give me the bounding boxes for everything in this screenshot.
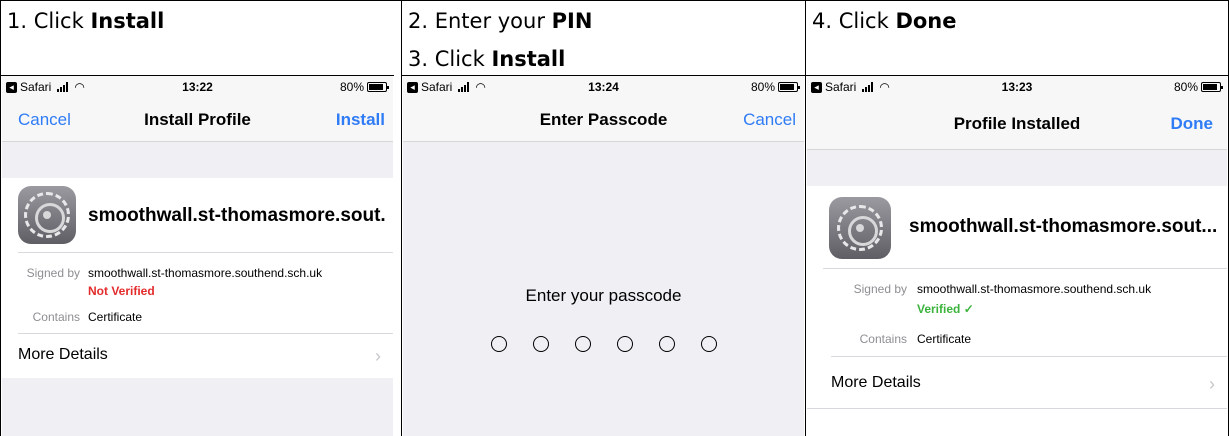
battery-percent: 80% (750, 80, 775, 94)
not-verified-label: Not Verified (88, 284, 155, 298)
cancel-button[interactable]: Cancel (743, 110, 796, 130)
chevron-right-icon: › (375, 346, 381, 366)
divider (823, 268, 1227, 269)
more-details-row[interactable]: More Details › (831, 374, 1227, 394)
divider (18, 252, 393, 253)
passcode-digit-empty (532, 336, 549, 352)
battery-percent: 80% (339, 80, 364, 94)
passcode-digit-empty (490, 336, 507, 352)
phone-screen-install-profile: ◂ Safari ◠ 13:22 80% Cancel Install Prof… (2, 76, 393, 436)
profile-name: smoothwall.st-thomasmore.sout... (88, 205, 385, 226)
battery-icon (778, 82, 800, 92)
step-2-prefix: 2. Enter your (408, 9, 552, 33)
passcode-digit-empty (574, 336, 591, 352)
profile-card: smoothwall.st-thomasmore.sout... Signed … (807, 186, 1227, 436)
instruction-table: 1. Click Install ◂ Safari ◠ 13:22 80% Ca… (0, 0, 1229, 436)
divider (831, 356, 1227, 357)
step-1-text: 1. Click Install (7, 8, 164, 34)
more-details-label: More Details (18, 346, 108, 363)
signed-by-value: smoothwall.st-thomasmore.southend.sch.uk (88, 266, 323, 280)
status-time: 13:23 (1001, 80, 1033, 94)
passcode-prompt: Enter your passcode (525, 286, 682, 305)
navigation-bar: Profile Installed Done (807, 98, 1227, 150)
passcode-digit-empty (658, 336, 675, 352)
settings-gear-icon (18, 186, 76, 244)
step-3-prefix: 3. Click (408, 47, 492, 71)
nav-title: Install Profile (144, 110, 251, 129)
signed-by-value: smoothwall.st-thomasmore.southend.sch.uk (917, 282, 1152, 296)
status-time: 13:24 (588, 80, 619, 94)
contains-label: Contains (859, 332, 907, 346)
signed-by-label: Signed by (853, 282, 907, 296)
passcode-digit-empty (616, 336, 633, 352)
status-bar: ◂ Safari ◠ 13:24 80% (403, 76, 804, 98)
more-details-label: More Details (831, 374, 921, 391)
column-step-2-3: 2. Enter your PIN 3. Click Install ◂ Saf… (401, 0, 805, 436)
phone-screen-enter-passcode: ◂ Safari ◠ 13:24 80% Enter Passcode Canc… (403, 76, 804, 436)
step-1-action: Install (90, 9, 165, 33)
step-4-action: Done (895, 9, 957, 33)
column-step-4: 4. Click Done ◂ Safari ◠ 13:23 80% Profi… (805, 0, 1229, 436)
contains-value: Certificate (88, 310, 143, 324)
chevron-right-icon: › (1209, 374, 1215, 394)
step-4-prefix: 4. Click (812, 9, 896, 33)
signed-by-label: Signed by (26, 266, 80, 280)
settings-gear-icon (829, 197, 891, 259)
profile-card: smoothwall.st-thomasmore.sout... Signed … (2, 178, 393, 378)
done-button[interactable]: Done (1171, 114, 1214, 134)
navigation-bar: Enter Passcode Cancel (403, 98, 804, 142)
step-1-prefix: 1. Click (7, 9, 91, 33)
step-3-action: Install (491, 47, 566, 71)
contains-value: Certificate (917, 332, 972, 346)
battery-icon (1201, 82, 1223, 92)
passcode-digit-empty (700, 336, 717, 352)
status-bar: ◂ Safari ◠ 13:23 80% (807, 76, 1227, 98)
nav-title: Profile Installed (953, 114, 1081, 133)
battery-percent: 80% (1173, 80, 1198, 94)
status-time: 13:22 (182, 80, 213, 94)
install-button[interactable]: Install (336, 110, 385, 130)
status-bar: ◂ Safari ◠ 13:22 80% (2, 76, 393, 98)
step-3-text: 3. Click Install (408, 46, 565, 72)
phone-screen-profile-installed: ◂ Safari ◠ 13:23 80% Profile Installed D… (807, 76, 1227, 436)
battery-icon (367, 82, 389, 92)
step-4-text: 4. Click Done (812, 8, 957, 34)
column-step-1: 1. Click Install ◂ Safari ◠ 13:22 80% Ca… (0, 0, 394, 436)
step-2-text: 2. Enter your PIN (408, 8, 592, 34)
profile-name: smoothwall.st-thomasmore.sout... (909, 216, 1218, 237)
divider (807, 408, 1227, 409)
navigation-bar: Cancel Install Profile Install (2, 98, 393, 142)
step-2-action: PIN (551, 9, 593, 33)
passcode-entry[interactable] (403, 336, 804, 357)
more-details-row[interactable]: More Details › (18, 346, 393, 366)
divider (18, 333, 393, 334)
contains-label: Contains (32, 310, 80, 324)
verified-label: Verified ✓ (917, 302, 974, 316)
